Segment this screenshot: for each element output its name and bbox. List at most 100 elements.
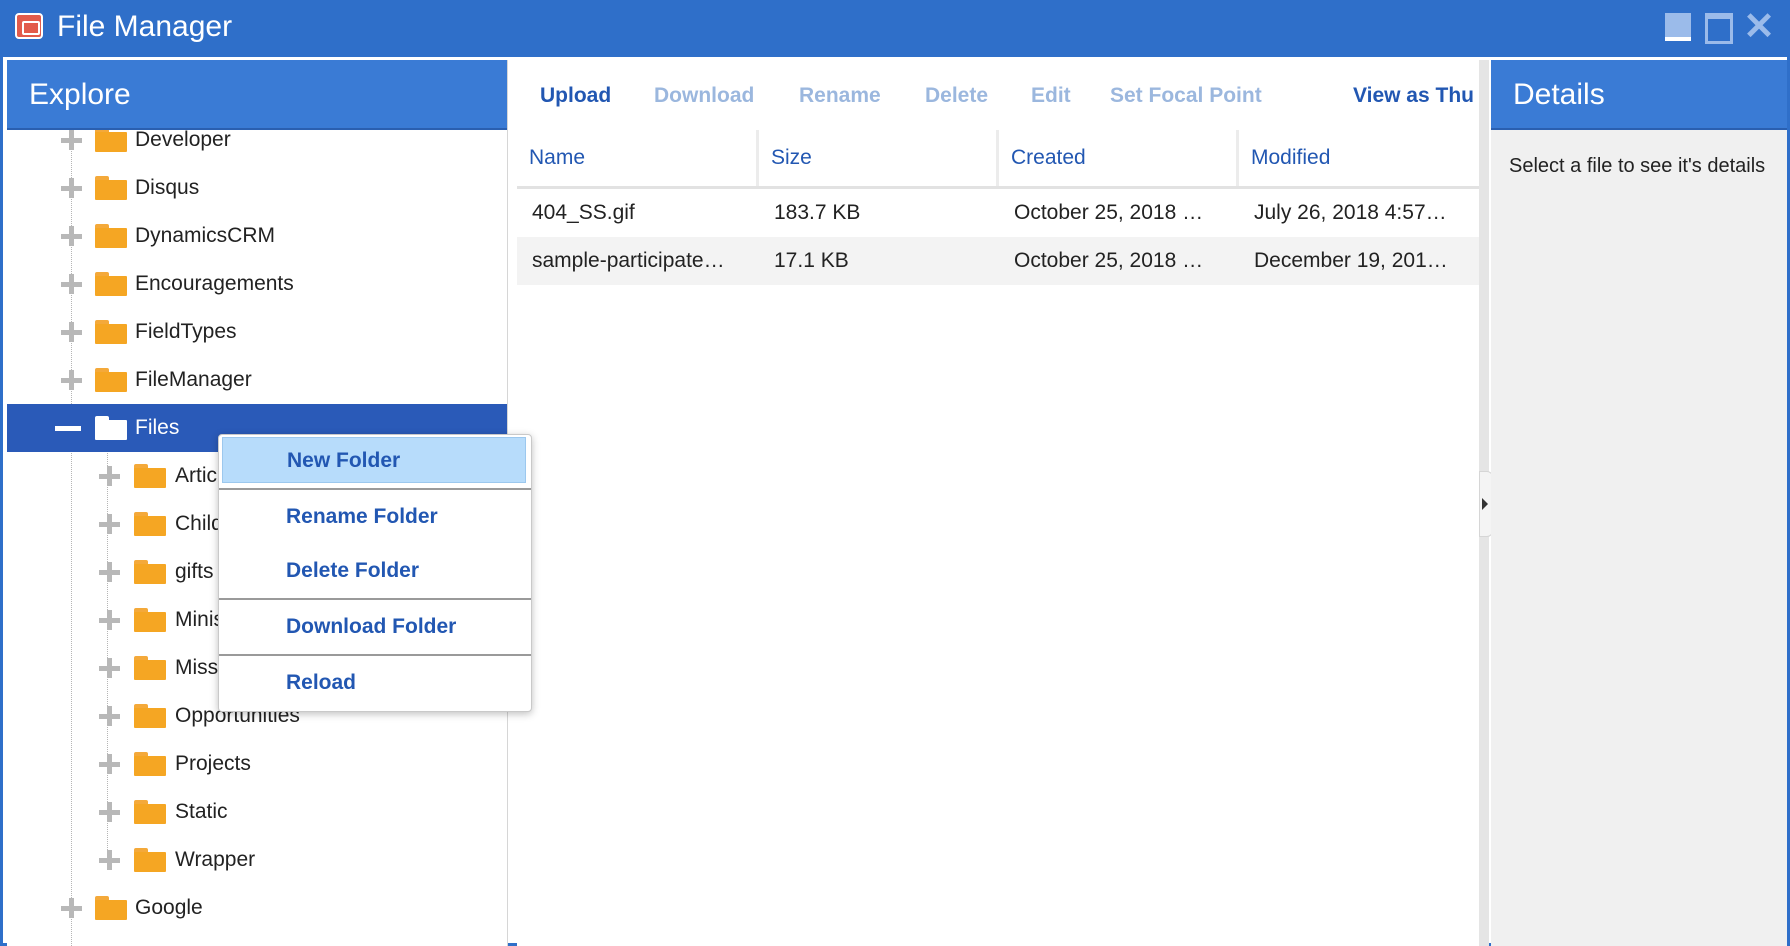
minimize-icon[interactable] [1663,11,1695,43]
tree-item-label: gifts [175,560,214,583]
file-manager-icon [15,13,43,39]
edit-button[interactable]: Edit [1031,82,1071,110]
tree-item-label: Projects [175,752,251,775]
folder-icon [134,752,166,776]
tree-item-encouragements[interactable]: Encouragements [7,260,507,308]
expand-icon[interactable] [97,656,121,680]
expand-icon[interactable] [59,272,83,296]
menu-item-new-folder[interactable]: New Folder [222,437,526,483]
folder-open-icon [95,416,127,440]
details-header: Details [1491,60,1787,130]
cell-name: sample-participate… [532,249,725,272]
menu-separator [219,598,531,600]
tree-item-label: Wrapper [175,848,256,871]
tree-item-label: Artic [175,464,217,487]
tree-item-label: Disqus [135,176,200,199]
expand-icon[interactable] [97,704,121,728]
menu-item-delete-folder[interactable]: Delete Folder [222,548,526,594]
expand-icon[interactable] [97,848,121,872]
column-header-name[interactable]: Name [517,130,759,186]
column-header-size[interactable]: Size [759,130,999,186]
tree-item-projects[interactable]: Projects [7,740,507,788]
cell-created: October 25, 2018 … [1014,201,1204,224]
details-placeholder-text: Select a file to see it's details [1509,155,1766,177]
expand-icon[interactable] [97,752,121,776]
column-header-modified[interactable]: Modified [1239,130,1479,186]
menu-item-reload[interactable]: Reload [222,660,526,706]
tree-item-static[interactable]: Static [7,788,507,836]
tree-item-label: Static [175,800,228,823]
tree-item-label: DynamicsCRM [135,224,276,247]
folder-icon [134,848,166,872]
expand-icon[interactable] [59,224,83,248]
folder-icon [134,560,166,584]
tree-item-google[interactable]: Google [7,884,507,932]
folder-icon [95,224,127,248]
menu-item-download-folder[interactable]: Download Folder [222,604,526,650]
folder-icon [134,464,166,488]
folder-icon [95,272,127,296]
tree-item-label: Minis [175,608,225,631]
menu-separator [219,488,531,490]
folder-icon [95,368,127,392]
tree-item-label: Miss [175,656,219,679]
expand-icon[interactable] [97,800,121,824]
folder-icon [134,800,166,824]
details-pane: Details Select a file to see it's detail… [1491,60,1787,946]
cell-created: October 25, 2018 … [1014,249,1204,272]
expand-icon[interactable] [97,608,121,632]
content-pane: Upload Download Rename Delete Edit Set F… [517,60,1479,946]
tree-item-fieldtypes[interactable]: FieldTypes [7,308,507,356]
expand-icon[interactable] [97,560,121,584]
table-row[interactable]: 404_SS.gif 183.7 KB October 25, 2018 … J… [517,189,1479,237]
column-header-created[interactable]: Created [999,130,1239,186]
tree-item-label: Encouragements [135,272,294,295]
tree-item-label: Google [135,896,203,919]
expand-icon[interactable] [97,512,121,536]
tree-item-dynamicscrm[interactable]: DynamicsCRM [7,212,507,260]
table-row[interactable]: sample-participate… 17.1 KB October 25, … [517,237,1479,285]
folder-icon [95,130,127,152]
view-as-thumbnails-button[interactable]: View as Thu [1353,82,1474,110]
toolbar: Upload Download Rename Delete Edit Set F… [517,60,1479,130]
expand-icon[interactable] [97,464,121,488]
expand-icon[interactable] [59,130,83,152]
tree-item-disqus[interactable]: Disqus [7,164,507,212]
expand-icon[interactable] [59,368,83,392]
folder-icon [95,896,127,920]
file-manager-window: File Manager ✕ Explore Developer Disqus [0,0,1790,946]
tree-item-label: FieldTypes [135,320,237,343]
window-title: File Manager [57,10,233,43]
tree-item-label: Developer [135,130,231,151]
collapse-icon[interactable] [55,416,81,440]
folder-context-menu: New Folder Rename Folder Delete Folder D… [218,434,532,712]
tree-item-filemanager[interactable]: FileManager [7,356,507,404]
tree-item-label: Files [135,416,180,439]
download-button[interactable]: Download [654,82,754,110]
title-bar: File Manager ✕ [3,3,1787,57]
tree-item-wrapper[interactable]: Wrapper [7,836,507,884]
cell-size: 17.1 KB [774,249,849,272]
expand-icon[interactable] [59,896,83,920]
file-grid-header: Name Size Created Modified [517,130,1479,189]
upload-button[interactable]: Upload [540,82,611,110]
close-icon[interactable]: ✕ [1743,8,1775,46]
delete-button[interactable]: Delete [925,82,988,110]
tree-item-developer[interactable]: Developer [7,130,507,164]
folder-icon [95,320,127,344]
maximize-icon[interactable] [1703,11,1735,44]
menu-item-rename-folder[interactable]: Rename Folder [222,494,526,540]
folder-icon [134,704,166,728]
cell-modified: December 19, 201… [1254,249,1448,272]
set-focal-point-button[interactable]: Set Focal Point [1110,82,1262,110]
folder-icon [134,608,166,632]
explore-header: Explore [7,60,507,130]
expand-icon[interactable] [59,320,83,344]
expand-icon[interactable] [59,176,83,200]
cell-size: 183.7 KB [774,201,861,224]
folder-icon [95,176,127,200]
rename-button[interactable]: Rename [799,82,881,110]
cell-modified: July 26, 2018 4:57… [1254,201,1447,224]
folder-icon [134,512,166,536]
folder-icon [134,656,166,680]
